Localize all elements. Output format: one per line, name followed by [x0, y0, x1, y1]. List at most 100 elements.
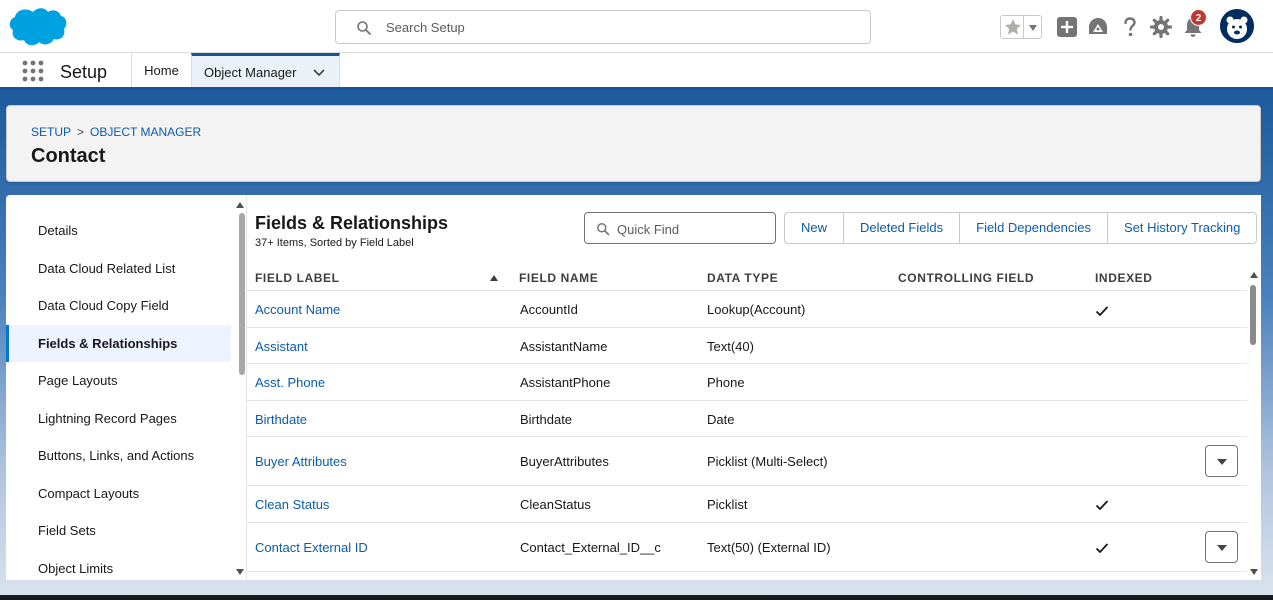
row-actions-menu-button[interactable] — [1205, 445, 1238, 477]
new-button[interactable]: New — [784, 212, 845, 244]
check-icon — [1095, 500, 1109, 511]
scroll-down-icon[interactable] — [235, 568, 245, 576]
search-icon — [597, 223, 610, 236]
chevron-down-icon[interactable] — [312, 68, 326, 78]
page-header: SETUP > OBJECT MANAGER Contact — [6, 105, 1261, 182]
table-row: Asst. Phone AssistantPhone Phone — [247, 364, 1247, 401]
data-type: Lookup(Account) — [707, 302, 806, 317]
field-label-link[interactable]: Buyer Attributes — [255, 454, 347, 469]
column-header-indexed[interactable]: INDEXED — [1095, 271, 1153, 285]
column-header-controlling-field[interactable]: CONTROLLING FIELD — [898, 271, 1034, 285]
search-input[interactable] — [386, 17, 856, 37]
add-icon[interactable] — [1055, 15, 1079, 39]
favorites-divider — [1023, 16, 1024, 38]
check-icon — [1095, 306, 1109, 317]
column-header-field-label[interactable]: FIELD LABEL — [255, 271, 340, 285]
breadcrumb-separator: > — [77, 125, 85, 139]
chevron-down-icon — [1217, 545, 1227, 551]
data-type: Date — [707, 412, 735, 427]
data-type: Picklist — [707, 497, 748, 512]
data-type: Text(40) — [707, 339, 754, 354]
left-nav-item-fields-relationships[interactable]: Fields & Relationships — [6, 325, 231, 362]
salesforce-logo[interactable] — [8, 6, 68, 48]
main-content: Fields & Relationships 37+ Items, Sorted… — [246, 195, 1261, 580]
field-name: AssistantName — [520, 339, 608, 354]
field-name: CleanStatus — [520, 497, 591, 512]
set-history-tracking-button[interactable]: Set History Tracking — [1107, 212, 1258, 244]
field-dependencies-button[interactable]: Field Dependencies — [959, 212, 1109, 244]
field-label-link[interactable]: Birthdate — [255, 412, 307, 427]
data-type: Picklist (Multi-Select) — [707, 454, 828, 469]
left-nav-item-field-sets[interactable]: Field Sets — [6, 512, 231, 549]
field-label-link[interactable]: Assistant — [255, 339, 308, 354]
section-subtitle: 37+ Items, Sorted by Field Label — [255, 237, 414, 249]
scroll-down-icon[interactable] — [1249, 568, 1259, 576]
breadcrumb-object-manager[interactable]: OBJECT MANAGER — [90, 125, 201, 139]
field-name: AssistantPhone — [520, 375, 611, 390]
left-nav-scrollbar[interactable] — [239, 213, 245, 375]
left-nav-item-lightning-record-pages[interactable]: Lightning Record Pages — [6, 400, 231, 437]
action-button-group: New Deleted Fields Field Dependencies Se… — [784, 212, 1258, 244]
gear-icon[interactable] — [1149, 15, 1173, 39]
tab-object-manager[interactable]: Object Manager — [191, 53, 340, 87]
column-header-field-name[interactable]: FIELD NAME — [519, 271, 598, 285]
field-name: Contact_External_ID__c — [520, 540, 661, 555]
search-box[interactable] — [335, 10, 871, 44]
page-title: Contact — [31, 145, 106, 167]
quick-find-input[interactable] — [617, 220, 767, 238]
table-scrollbar[interactable] — [1250, 285, 1256, 345]
field-label-link[interactable]: Contact External ID — [255, 540, 368, 555]
search-icon — [357, 21, 371, 35]
field-label-link[interactable]: Asst. Phone — [255, 375, 325, 390]
left-nav: Details Data Cloud Related List Data Clo… — [6, 195, 246, 580]
table-row: Buyer Attributes BuyerAttributes Picklis… — [247, 437, 1247, 486]
field-name: BuyerAttributes — [520, 454, 609, 469]
table-row: Contact External ID Contact_External_ID_… — [247, 523, 1247, 572]
global-header: 2 — [0, 0, 1273, 53]
column-header-data-type[interactable]: DATA TYPE — [707, 271, 778, 285]
help-icon[interactable] — [1118, 15, 1142, 39]
taskbar-strip — [0, 595, 1273, 600]
trailhead-icon[interactable] — [1086, 15, 1110, 39]
left-nav-item-buttons-links-actions[interactable]: Buttons, Links, and Actions — [6, 437, 231, 474]
data-type: Phone — [707, 375, 745, 390]
check-icon — [1095, 543, 1109, 554]
app-name: Setup — [60, 62, 108, 82]
field-label-link[interactable]: Account Name — [255, 302, 340, 317]
table-row: Birthdate Birthdate Date — [247, 401, 1247, 437]
field-name: AccountId — [520, 302, 578, 317]
row-actions-menu-button[interactable] — [1205, 531, 1238, 563]
notification-badge: 2 — [1190, 9, 1207, 26]
deleted-fields-button[interactable]: Deleted Fields — [843, 212, 961, 244]
tab-home[interactable]: Home — [132, 53, 191, 87]
favorites-group[interactable] — [1000, 15, 1042, 39]
left-nav-item-page-layouts[interactable]: Page Layouts — [6, 362, 231, 399]
table-row: Account Name AccountId Lookup(Account) — [247, 291, 1247, 328]
avatar[interactable] — [1220, 9, 1254, 43]
table-header: FIELD LABEL FIELD NAME DATA TYPE CONTROL… — [247, 265, 1247, 291]
left-nav-item-compact-layouts[interactable]: Compact Layouts — [6, 475, 231, 512]
field-name: Birthdate — [520, 412, 573, 427]
scroll-up-icon[interactable] — [1249, 271, 1259, 279]
app-launcher-icon[interactable] — [22, 60, 44, 82]
avatar-icon — [1220, 9, 1254, 43]
left-nav-item-data-cloud-related-list[interactable]: Data Cloud Related List — [6, 250, 231, 287]
context-bar: Setup Home Object Manager — [0, 53, 1273, 90]
data-type: Text(50) (External ID) — [707, 540, 831, 555]
quick-find-box[interactable] — [584, 212, 776, 244]
section-title: Fields & Relationships — [255, 213, 449, 233]
left-nav-item-object-limits[interactable]: Object Limits — [6, 550, 231, 580]
left-nav-item-details[interactable]: Details — [6, 212, 231, 249]
field-label-link[interactable]: Clean Status — [255, 497, 329, 512]
breadcrumb-setup[interactable]: SETUP — [31, 125, 71, 139]
breadcrumb: SETUP > OBJECT MANAGER — [31, 125, 201, 139]
table-row: Clean Status CleanStatus Picklist — [247, 486, 1247, 523]
chevron-down-icon[interactable] — [1026, 22, 1040, 34]
tab-object-manager-label: Object Manager — [204, 65, 297, 80]
table-row: Assistant AssistantName Text(40) — [247, 328, 1247, 364]
left-nav-item-data-cloud-copy-field[interactable]: Data Cloud Copy Field — [6, 287, 231, 324]
star-icon[interactable] — [1003, 17, 1023, 37]
scroll-up-icon[interactable] — [235, 201, 245, 209]
sort-up-icon[interactable] — [490, 275, 498, 281]
chevron-down-icon — [1217, 459, 1227, 465]
